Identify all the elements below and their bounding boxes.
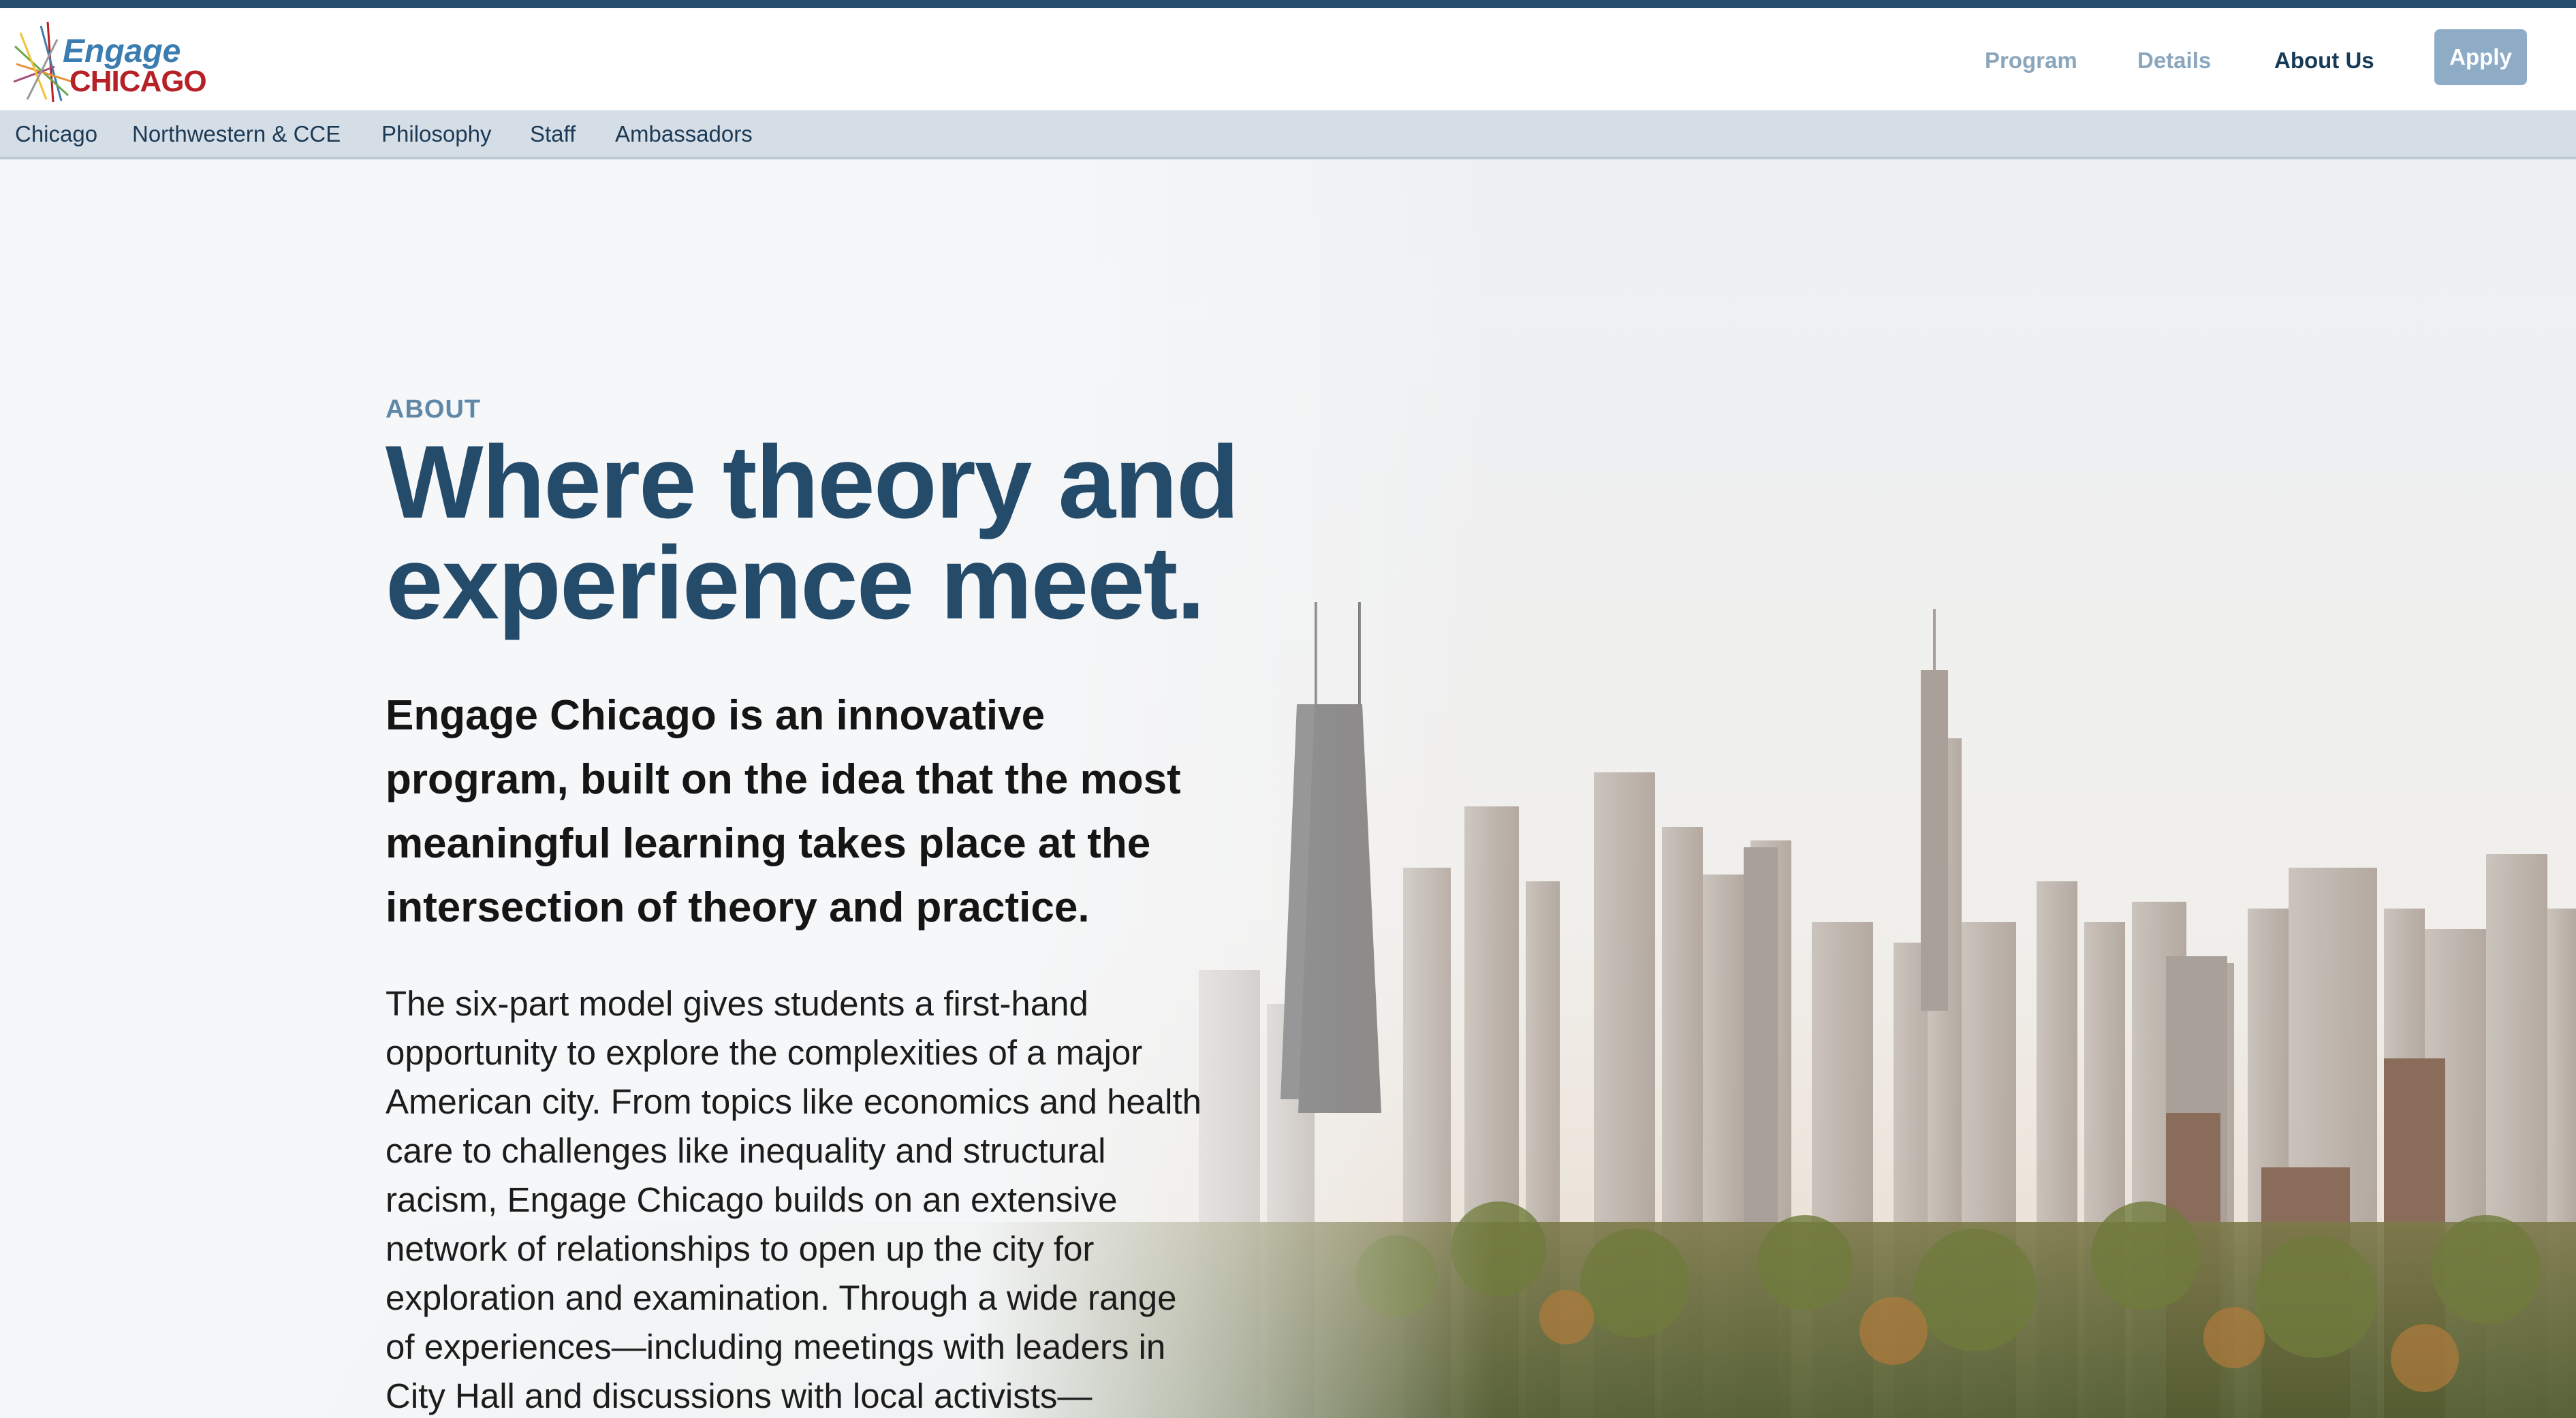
nav-link-about-us[interactable]: About Us: [2274, 49, 2374, 72]
subnav-item-northwestern-cce[interactable]: Northwestern & CCE: [132, 123, 341, 145]
page-title: Where theory and experience meet.: [386, 430, 1339, 635]
body-paragraph: The six-part model gives students a firs…: [386, 984, 1202, 1415]
subnav-item-chicago[interactable]: Chicago: [15, 123, 97, 145]
site-header: Engage CHICAGO Program Details About Us …: [0, 8, 2576, 110]
apply-button[interactable]: Apply: [2434, 29, 2527, 85]
logo-text-engage: Engage: [63, 33, 181, 69]
about-subnav: Chicago Northwestern & CCE Philosophy St…: [0, 110, 2576, 159]
nav-link-details[interactable]: Details: [2137, 49, 2211, 72]
nav-link-program[interactable]: Program: [1985, 49, 2077, 72]
subnav-item-philosophy[interactable]: Philosophy: [381, 123, 491, 145]
page-title-line-2: experience meet.: [386, 525, 1206, 641]
page-title-line-1: Where theory and: [386, 424, 1240, 540]
subnav-item-ambassadors[interactable]: Ambassadors: [615, 123, 753, 145]
lead-paragraph: Engage Chicago is an innovative program,…: [386, 692, 1181, 931]
engage-chicago-logo[interactable]: Engage CHICAGO: [14, 19, 207, 108]
hero-section: ABOUT Where theory and experience meet. …: [0, 159, 2576, 1418]
section-eyebrow: ABOUT: [386, 395, 482, 424]
top-accent-bar: [0, 0, 2576, 8]
logo-text-chicago: CHICAGO: [69, 65, 207, 98]
subnav-item-staff[interactable]: Staff: [530, 123, 576, 145]
